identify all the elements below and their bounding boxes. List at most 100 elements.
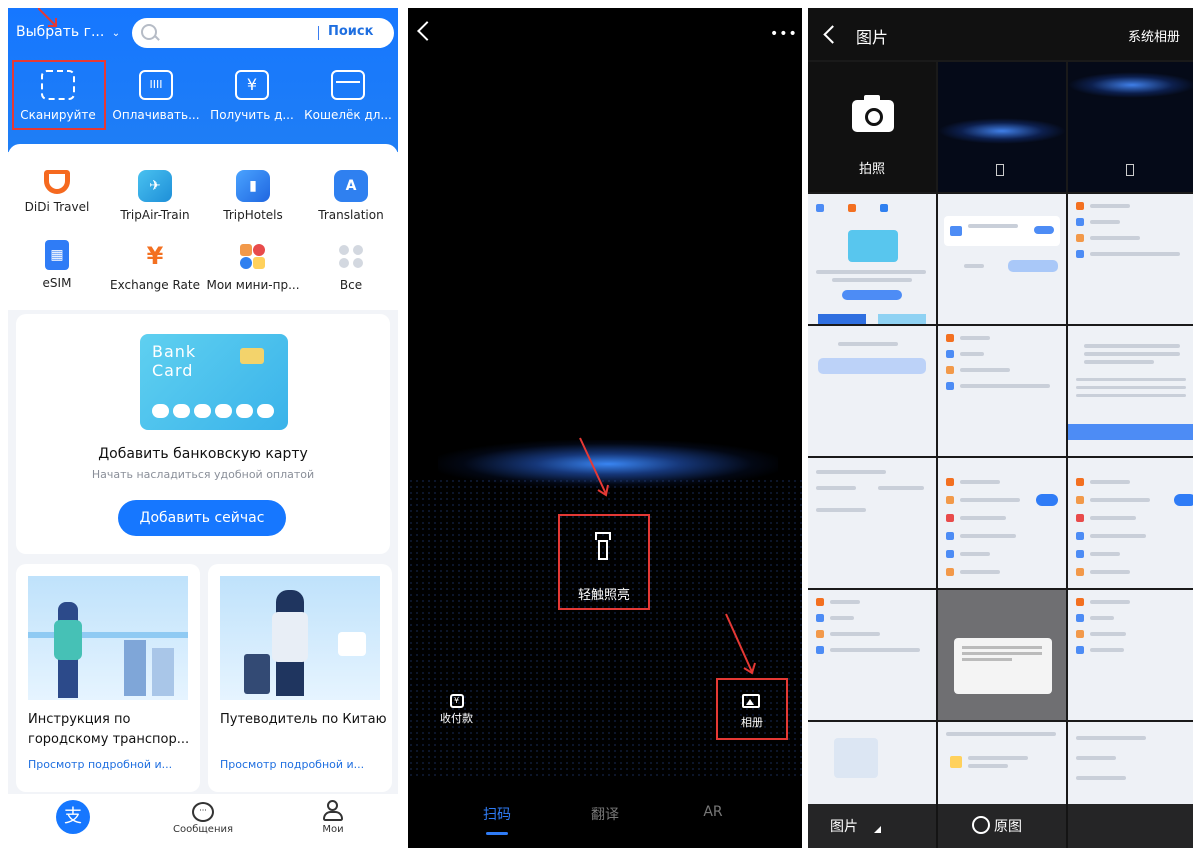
add-bank-card-panel: Bank Card Добавить банковскую карту Нача… — [16, 314, 390, 554]
guide-details-link[interactable]: Просмотр подробной и... — [28, 758, 188, 771]
card-chip-icon — [240, 348, 264, 364]
back-icon[interactable] — [417, 21, 437, 41]
plane-train-icon: ✈ — [138, 170, 172, 202]
search-bar[interactable]: Поиск — [132, 18, 394, 48]
quick-action-pay[interactable]: IIII Оплачивать... — [108, 64, 204, 122]
annotation-arrow — [579, 437, 609, 497]
quick-action-receive[interactable]: ¥ Получить д... — [204, 64, 300, 122]
photo-thumbnail[interactable] — [1068, 194, 1193, 324]
photo-thumbnail[interactable] — [938, 590, 1066, 720]
esim-icon: ▦ — [45, 240, 69, 270]
add-card-button[interactable]: Добавить сейчас — [118, 500, 286, 536]
search-divider — [318, 26, 319, 40]
search-icon — [141, 24, 157, 40]
photo-thumbnail[interactable] — [808, 590, 936, 720]
city-selector[interactable]: Выбрать г... ⌄ — [16, 24, 120, 40]
album-button[interactable]: 相册 — [716, 678, 788, 740]
pay-receive-label: 收付款 — [440, 712, 473, 725]
mini-programs-icon — [236, 240, 270, 272]
tab-profile[interactable]: Мои — [268, 800, 398, 835]
scanner-mode-tabs: 扫码 翻译 AR — [408, 804, 802, 834]
service-label: DiDi Travel — [24, 200, 90, 214]
messages-icon: ··· — [192, 802, 214, 822]
bank-card-title: Добавить банковскую карту — [98, 446, 308, 462]
alipay-home-screen: Выбрать г... ⌄ Поиск Сканируйте IIII Опл… — [8, 8, 398, 848]
photo-thumbnail[interactable] — [938, 458, 1066, 588]
yuan-icon: ¥ — [449, 694, 464, 708]
more-options-icon[interactable]: ••• — [770, 26, 798, 42]
travel-illustration — [220, 576, 380, 700]
translation-icon: A — [334, 170, 368, 202]
gallery-screen: 图片 系统相册 拍照 图片 原图 — [808, 8, 1193, 848]
service-label: Translation — [318, 208, 384, 222]
tab-messages[interactable]: ··· Сообщения — [138, 800, 268, 835]
system-album-button[interactable]: 系统相册 — [1128, 26, 1180, 45]
photo-thumbnail[interactable] — [808, 458, 936, 588]
tab-translate[interactable]: 翻译 — [560, 804, 650, 824]
gallery-title: 图片 — [856, 28, 889, 47]
quick-action-wallet[interactable]: Кошелёк дл... — [300, 64, 396, 122]
bank-card-illustration: Bank Card — [140, 334, 288, 430]
wallet-icon — [331, 70, 365, 100]
photo-thumbnail[interactable] — [808, 326, 936, 456]
guide-details-link[interactable]: Просмотр подробной и... — [220, 758, 380, 771]
card-network-logos — [152, 404, 274, 418]
original-image-radio[interactable] — [972, 816, 990, 834]
tab-ar[interactable]: AR — [668, 804, 758, 820]
screenshot-collage: Выбрать г... ⌄ Поиск Сканируйте IIII Опл… — [0, 0, 1193, 848]
gallery-footer: 图片 原图 — [808, 804, 1193, 848]
flashlight-icon[interactable] — [594, 532, 614, 566]
didi-icon — [44, 170, 70, 194]
tab-label: Мои — [322, 824, 344, 835]
profile-icon — [322, 800, 344, 822]
flashlight-label: 轻触照亮 — [577, 588, 630, 603]
guide-title: Инструкция по городскому транспор... — [28, 712, 190, 747]
scan-highlight-box — [12, 60, 106, 130]
service-translation[interactable]: A Translation — [302, 170, 398, 222]
service-all[interactable]: Все — [302, 240, 398, 292]
all-services-icon — [334, 240, 368, 272]
exchange-rate-icon: ¥ — [146, 242, 164, 270]
photo-thumbnail[interactable] — [938, 194, 1066, 324]
active-tab-indicator — [486, 832, 508, 835]
photo-thumbnail[interactable] — [1068, 326, 1193, 456]
image-icon — [742, 694, 760, 708]
photo-thumbnail[interactable] — [938, 62, 1066, 192]
service-triphotels[interactable]: ▮ TripHotels — [204, 170, 302, 222]
transport-illustration — [28, 576, 188, 700]
yuan-receive-icon: ¥ — [235, 70, 269, 100]
tab-home[interactable]: 支 — [8, 800, 138, 834]
guide-card-china[interactable]: Путеводитель по Китаю Просмотр подробной… — [208, 564, 392, 792]
service-tripair-train[interactable]: ✈ TripAir-Train — [106, 170, 204, 222]
service-grid: DiDi Travel ✈ TripAir-Train ▮ TripHotels… — [8, 144, 398, 310]
alipay-home-icon: 支 — [56, 800, 90, 834]
tab-label: Сообщения — [172, 824, 233, 835]
quick-action-label: Кошелёк дл... — [304, 108, 392, 122]
photo-thumbnail[interactable] — [1068, 458, 1193, 588]
dropdown-triangle-icon — [874, 826, 881, 833]
search-button[interactable]: Поиск — [328, 24, 373, 39]
flashlight-highlight-box: 轻触照亮 — [558, 514, 650, 610]
photo-thumbnail[interactable] — [1068, 590, 1193, 720]
guide-card-transport[interactable]: Инструкция по городскому транспор... Про… — [16, 564, 200, 792]
flashlight-icon — [1126, 164, 1134, 176]
gallery-header: 图片 系统相册 — [808, 8, 1193, 60]
service-label: eSIM — [42, 276, 72, 290]
photo-thumbnail[interactable] — [808, 194, 936, 324]
service-exchange-rate[interactable]: ¥ Exchange Rate — [106, 240, 204, 292]
back-icon[interactable] — [823, 25, 842, 44]
service-mini-programs[interactable]: Мои мини-пр... — [204, 240, 302, 292]
service-label: TripHotels — [223, 208, 283, 222]
take-photo-cell[interactable]: 拍照 — [808, 62, 936, 192]
service-didi-travel[interactable]: DiDi Travel — [8, 170, 106, 214]
pay-receive-button[interactable]: ¥ 收付款 — [440, 694, 473, 726]
camera-icon — [852, 95, 894, 132]
photo-thumbnail[interactable] — [938, 326, 1066, 456]
service-label: Exchange Rate — [110, 278, 200, 292]
take-photo-label: 拍照 — [858, 162, 885, 177]
tab-scan[interactable]: 扫码 — [452, 804, 542, 824]
album-selector[interactable]: 图片 — [830, 816, 858, 836]
service-esim[interactable]: ▦ eSIM — [8, 240, 106, 290]
scanner-screen: ••• 轻触照亮 ¥ 收付款 相册 扫码 翻译 AR — [408, 8, 802, 848]
photo-thumbnail[interactable] — [1068, 62, 1193, 192]
